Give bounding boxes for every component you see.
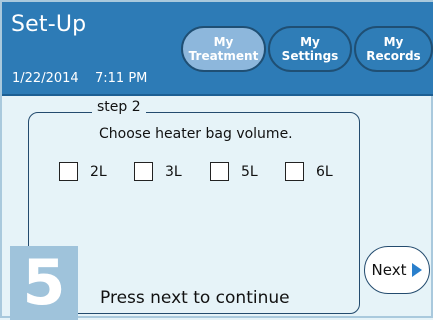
continue-hint: Press next to continue — [100, 288, 290, 308]
tab-line1: My — [300, 35, 320, 49]
option-3l[interactable]: 3L — [134, 162, 182, 181]
checkbox[interactable] — [59, 162, 78, 181]
tab-line2: Records — [366, 49, 421, 63]
triangle-right-icon — [412, 263, 423, 277]
step-prompt: Choose heater bag volume. — [99, 126, 293, 142]
option-label: 2L — [90, 163, 107, 180]
time-label: 7:11 PM — [95, 71, 148, 86]
page-title: Set-Up — [11, 12, 87, 37]
tab-my-settings[interactable]: My Settings — [268, 26, 352, 72]
tab-line2: Settings — [281, 49, 339, 63]
tab-line2: Treatment — [188, 49, 259, 63]
tab-line1: My — [383, 35, 404, 49]
next-button[interactable]: Next — [364, 246, 430, 294]
checkbox[interactable] — [210, 162, 229, 181]
tab-my-records[interactable]: My Records — [354, 26, 433, 72]
tab-my-treatment[interactable]: My Treatment — [181, 26, 266, 72]
header-bar: Set-Up 1/22/2014 7:11 PM My Treatment My… — [2, 2, 433, 96]
tab-line1: My — [213, 35, 234, 49]
checkbox[interactable] — [134, 162, 153, 181]
option-2l[interactable]: 2L — [59, 162, 107, 181]
step-label: step 2 — [92, 99, 146, 115]
option-5l[interactable]: 5L — [210, 162, 258, 181]
step-number-badge: 5 — [10, 246, 78, 320]
date-label: 1/22/2014 — [12, 71, 79, 86]
next-label: Next — [371, 261, 407, 279]
screen: Set-Up 1/22/2014 7:11 PM My Treatment My… — [0, 0, 433, 320]
option-6l[interactable]: 6L — [285, 162, 333, 181]
option-label: 3L — [165, 163, 182, 180]
option-label: 6L — [316, 163, 333, 180]
checkbox[interactable] — [285, 162, 304, 181]
option-label: 5L — [241, 163, 258, 180]
